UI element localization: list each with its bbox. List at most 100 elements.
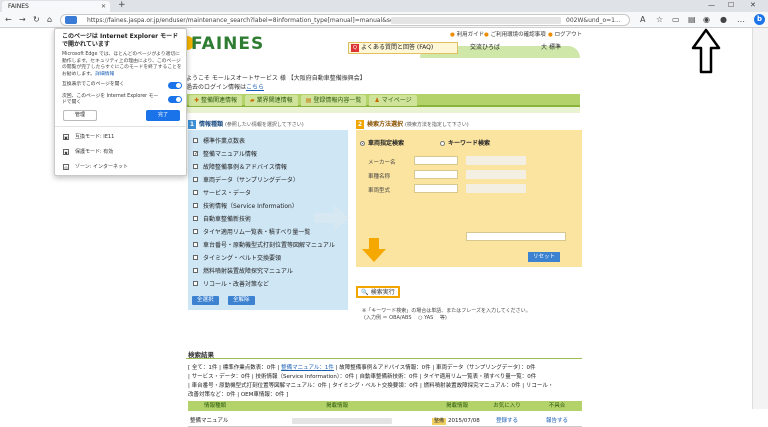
compat-view-toggle[interactable] bbox=[168, 82, 182, 89]
maximize-button[interactable]: ☐ bbox=[728, 1, 734, 9]
url-text: https://faines.jaspa.or.jp/enduser/maint… bbox=[87, 17, 408, 24]
type-select[interactable] bbox=[414, 184, 458, 193]
top-link-guide[interactable]: ● 利用ガイド bbox=[450, 30, 484, 38]
checkbox-item[interactable]: 技術情報（Service Information） bbox=[193, 201, 298, 210]
faq-banner[interactable]: Q よくある質問と回答 (FAQ) bbox=[348, 42, 458, 54]
down-arrow-icon bbox=[362, 238, 386, 262]
blurred-url-part bbox=[391, 17, 561, 24]
manage-button[interactable]: 管理 bbox=[63, 110, 97, 121]
checkbox-item[interactable]: タイミング・ベルト交換要領 bbox=[193, 253, 281, 262]
search-method-header: 2 検索方法選択 (検索方法を指定して下さい) bbox=[356, 120, 582, 130]
col-info[interactable]: 掲載情報 bbox=[242, 401, 432, 411]
info-type-header: 1 情報種類 (参照したい情報を選択して下さい) bbox=[188, 120, 348, 130]
results-summary-line: 改善対策など：0件 | OEM車情報：0件 ] bbox=[188, 392, 289, 398]
copilot-icon[interactable]: b bbox=[754, 14, 765, 25]
address-bar-row: ← → ↻ ⌂ https://faines.jaspa.or.jp/endus… bbox=[0, 12, 768, 28]
model-label: 車種名称 bbox=[368, 174, 391, 180]
popup-divider bbox=[55, 126, 188, 127]
top-link-env[interactable]: ● ご利用環境の確認事項 bbox=[484, 30, 546, 38]
top-link-logout[interactable]: ● ログアウト bbox=[548, 30, 582, 38]
results-summary-line: [ 全て：1件 | 標準作業点数表：0件 | 整備マニュアル：1件 | 故障整備… bbox=[188, 365, 536, 371]
next-time-ie-row: 次回、このページを Internet Explorer モードで開く bbox=[62, 94, 182, 106]
main-nav: ✚ 整備関連情報 ▰ 業界関連情報 ▤ 登録情報内容一覧 ♟ マイページ bbox=[186, 94, 580, 107]
results-summary-line: | 車台番号・原動機型式打刻位置等図解マニュアル：0件 | タイミング・ベルト交… bbox=[188, 383, 554, 389]
list-icon: ▤ bbox=[305, 97, 312, 104]
keyword-input[interactable] bbox=[466, 232, 566, 241]
row-date: 整備 2015/07/08 bbox=[432, 418, 480, 425]
browser-tab[interactable]: FAINES ✕ bbox=[2, 1, 110, 12]
blurred-field bbox=[466, 170, 526, 179]
profile-icon[interactable]: ● bbox=[720, 15, 727, 24]
minimize-button[interactable]: — bbox=[708, 1, 715, 9]
person-icon: ♟ bbox=[374, 97, 380, 104]
read-aloud-icon[interactable]: A bbox=[640, 15, 645, 24]
tab-close-icon[interactable]: ✕ bbox=[101, 3, 106, 10]
search-execute-button[interactable]: 🔍 検索実行 bbox=[356, 286, 400, 298]
popup-learn-more-link[interactable]: 詳細情報 bbox=[95, 72, 114, 77]
next-time-ie-toggle[interactable] bbox=[168, 96, 182, 103]
checkbox-item[interactable]: サービス・データ bbox=[193, 188, 251, 197]
split-screen-icon[interactable]: ▭ bbox=[672, 15, 680, 24]
checkbox-item[interactable]: 車両データ（サンプリングデータ） bbox=[193, 175, 299, 184]
done-button[interactable]: 完了 bbox=[146, 110, 180, 121]
checkbox-item[interactable]: 車台番号・原動機型式打刻位置等図解マニュアル bbox=[193, 240, 335, 249]
maker-label: メーカー名 bbox=[368, 160, 396, 166]
more-menu-icon[interactable]: … bbox=[737, 15, 745, 24]
welcome-text: ようこそ モールスオートサービス 様 【大阪府自動車整備振興会】 bbox=[186, 75, 366, 82]
url-input[interactable]: https://faines.jaspa.or.jp/enduser/maint… bbox=[60, 14, 630, 26]
search-icon: 🔍 bbox=[361, 289, 369, 296]
up-arrow-annotation-icon bbox=[691, 28, 721, 74]
row-title[interactable] bbox=[242, 415, 432, 426]
ie-mode-icon[interactable] bbox=[65, 16, 77, 24]
globe-icon: ◎ bbox=[63, 163, 69, 170]
checkbox-item[interactable]: 自動車整備新技術 bbox=[193, 214, 251, 223]
favorite-icon[interactable]: ☆ bbox=[656, 15, 663, 24]
checkbox-item[interactable]: 標準作業点数表 bbox=[193, 136, 245, 145]
col-type[interactable]: 情報種類 bbox=[188, 401, 242, 411]
checkbox-item[interactable]: 燃料噴射装置故障探究マニュアル bbox=[193, 266, 293, 275]
select-all-button[interactable]: 全選択 bbox=[192, 296, 219, 305]
tab-mypage[interactable]: ♟ マイページ bbox=[369, 95, 417, 106]
compat-view-row: 互換表示でこのページを開く bbox=[62, 82, 182, 89]
blurred-field bbox=[466, 156, 526, 165]
radio-vehicle-search[interactable]: 車両指定検索 bbox=[360, 140, 404, 147]
new-tab-button[interactable]: + bbox=[118, 0, 126, 10]
results-divider bbox=[186, 358, 582, 359]
maker-select[interactable] bbox=[414, 156, 458, 165]
reset-button[interactable]: リセット bbox=[528, 252, 560, 262]
font-size-switch[interactable]: 大 標準 bbox=[541, 42, 561, 51]
checkbox-item[interactable]: ✓ 整備マニュアル情報 bbox=[193, 149, 257, 158]
ie-mode-toolbar-icon[interactable]: ◉ bbox=[703, 15, 710, 24]
tab-industry[interactable]: ▰ 業界関連情報 bbox=[245, 95, 298, 106]
tab-title: FAINES bbox=[8, 3, 29, 10]
blurred-field bbox=[466, 184, 526, 193]
row-fav-link[interactable]: 登録する bbox=[482, 415, 532, 426]
search-note-example: (入力例 ＝ OBA/ABS ○ YAS 等) bbox=[364, 315, 447, 321]
deselect-all-button[interactable]: 全解除 bbox=[228, 296, 255, 305]
model-select[interactable] bbox=[414, 170, 458, 179]
tab-registered[interactable]: ▤ 登録情報内容一覧 bbox=[300, 95, 367, 106]
search-method-panel: 2 検索方法選択 (検索方法を指定して下さい) 車両指定検索 キーワード検索 メー… bbox=[356, 120, 582, 267]
radio-keyword-search[interactable]: キーワード検索 bbox=[439, 140, 490, 147]
home-icon[interactable]: ⌂ bbox=[47, 15, 52, 24]
row-bug-link[interactable]: 報告する bbox=[532, 415, 582, 426]
col-bug: 不具合 bbox=[548, 403, 566, 409]
koryu-hiroba-link[interactable]: 交流ひろば bbox=[470, 42, 518, 54]
forward-icon[interactable]: → bbox=[19, 15, 26, 24]
checkbox-item[interactable]: タイヤ適用リム一覧表・積すべり量一覧 bbox=[193, 227, 310, 236]
login-history-link[interactable]: こちら bbox=[246, 84, 264, 91]
car-icon: ▰ bbox=[250, 97, 255, 104]
tab-bar: FAINES ✕ + — ☐ ✕ bbox=[0, 0, 768, 12]
nav-underline bbox=[186, 107, 580, 113]
back-icon[interactable]: ← bbox=[5, 15, 12, 24]
collections-icon[interactable]: ▤ bbox=[688, 15, 696, 24]
result-link-manual[interactable]: 整備マニュアル：1件 bbox=[281, 365, 334, 371]
checkbox-item[interactable]: リコール・改善対策など bbox=[193, 279, 269, 288]
col-date[interactable]: 掲載情報 bbox=[432, 401, 482, 411]
close-window-button[interactable]: ✕ bbox=[750, 1, 756, 9]
faq-icon: Q bbox=[351, 44, 359, 52]
tab-maintenance[interactable]: ✚ 整備関連情報 bbox=[189, 95, 243, 106]
refresh-icon[interactable]: ↻ bbox=[33, 15, 40, 24]
site-logo[interactable]: FAINES bbox=[191, 34, 264, 54]
checkbox-item[interactable]: 故障整備事例＆アドバイス情報 bbox=[193, 162, 287, 171]
